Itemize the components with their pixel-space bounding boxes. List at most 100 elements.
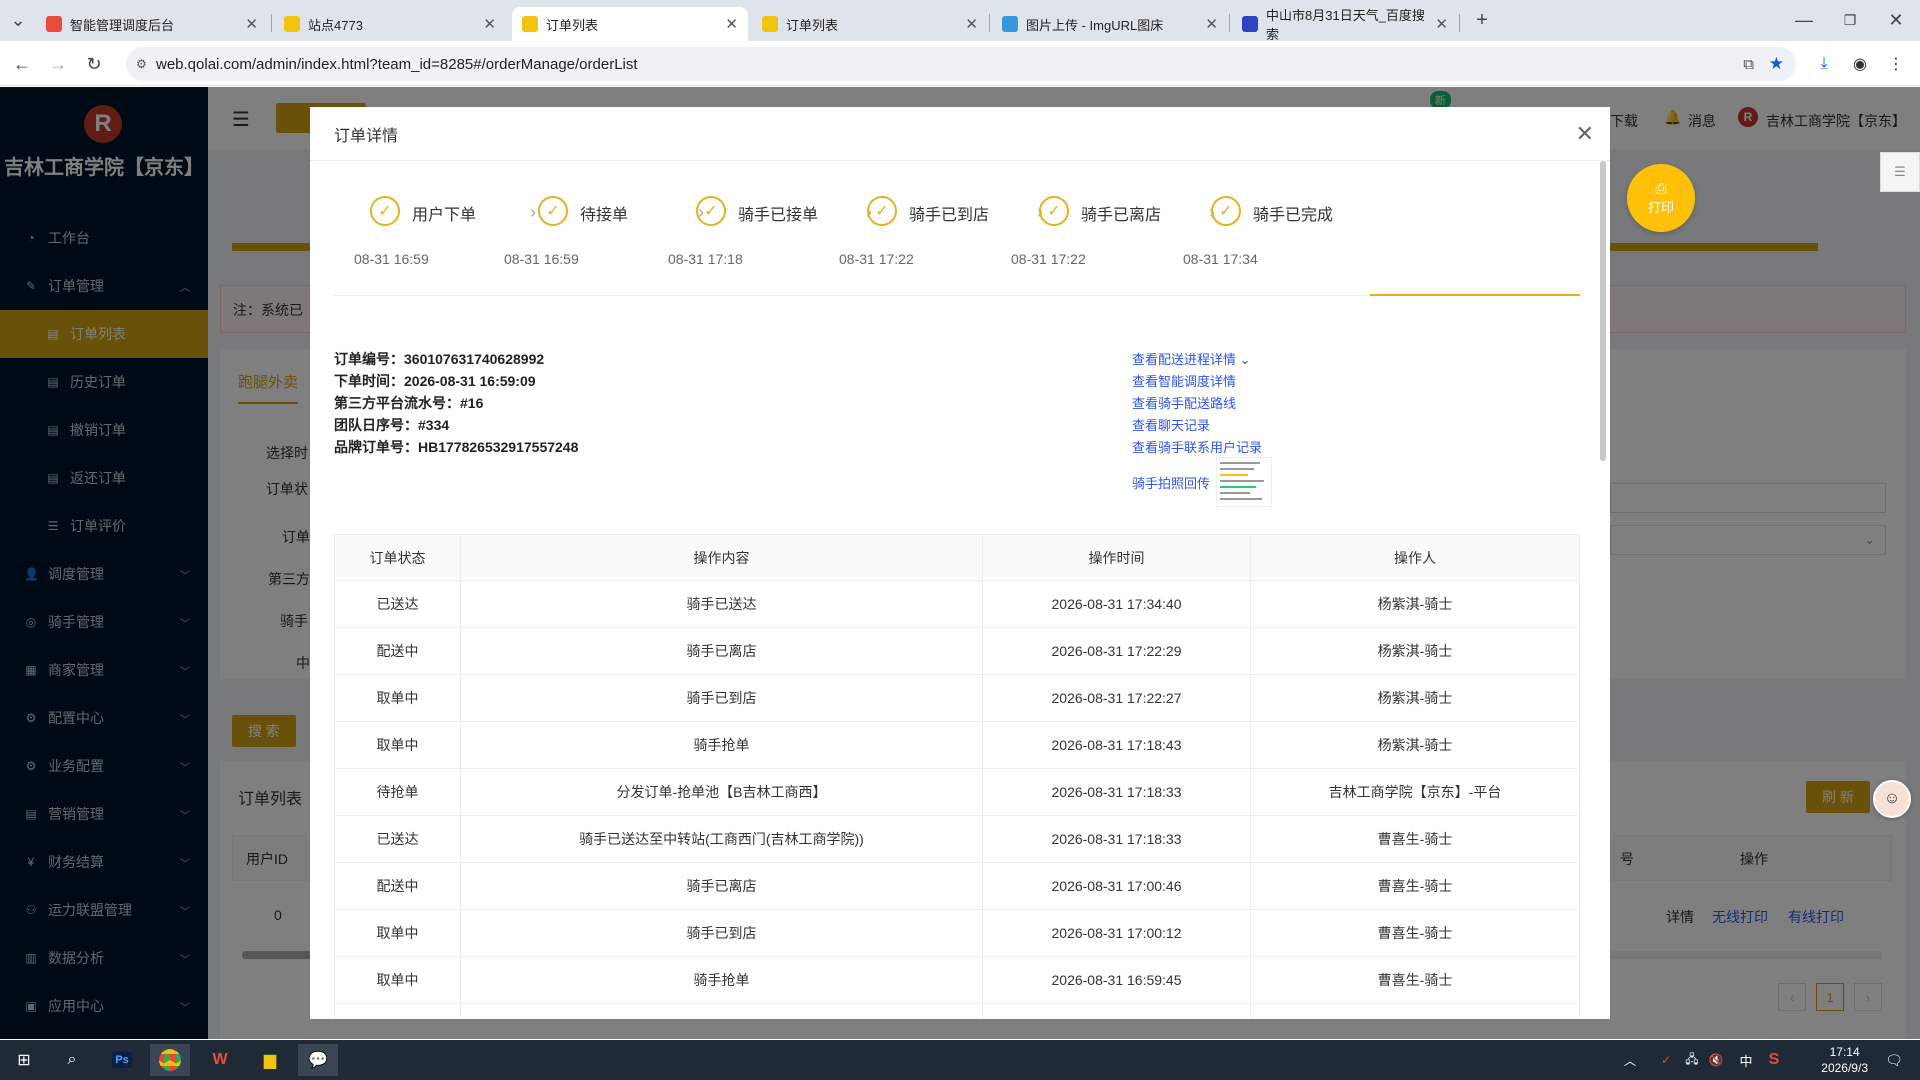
wechat-icon[interactable]: 💬 [298,1044,338,1076]
check-icon: ✓ [1211,196,1241,226]
url-text: web.qolai.com/admin/index.html?team_id=8… [156,55,638,73]
rider-photo-link[interactable]: 骑手拍照回传 [1132,473,1210,492]
tab-close-icon[interactable]: ✕ [1205,15,1218,33]
back-icon[interactable]: ← [10,52,34,76]
step-time: 08-31 17:22 [1011,251,1086,267]
rider-photo-thumbnail[interactable] [1216,457,1272,507]
thumb-line [1220,486,1256,488]
cell-content: 分发订单-抢单池【B吉林工商西】 [460,768,983,816]
rider-route-link[interactable]: 查看骑手配送路线 [1132,393,1236,412]
table-row: 取单中 骑手抢单 2026-08-31 17:18:43 杨紫淇-骑士 [334,721,1580,769]
minimize-icon[interactable]: — [1792,8,1816,32]
bookmark-star-icon[interactable]: ★ [1769,54,1784,74]
search-icon[interactable]: ⌕ [52,1044,92,1076]
tab-divider [271,14,272,32]
modal-scrollbar[interactable] [1600,161,1606,461]
browser-tab-6[interactable]: 中山市8月31日天气_百度搜索 ✕ [1232,7,1458,42]
info-value: 360107631740628992 [404,351,545,367]
file-explorer-icon[interactable]: ▆ [250,1044,290,1076]
system-clock[interactable]: 17:14 2026/9/3 [1821,1044,1868,1076]
menu-kebab-icon[interactable]: ⋮ [1884,52,1908,76]
restore-icon[interactable]: ❐ [1838,8,1862,32]
cell-time: 2026-08-31 17:18:43 [982,721,1251,769]
table-row: 待抢单 分发订单-抢单池【B吉林工商西】 2026-08-31 17:18:33 吉林… [334,768,1580,816]
tab-divider [989,14,990,32]
check-icon: ✓ [370,196,400,226]
download-icon[interactable]: ⤓ [1812,52,1836,76]
volume-icon[interactable]: 🔇 [1704,1044,1728,1076]
tab-favicon-icon [46,16,62,32]
table-row: 取单中 骑手抢单 2026-08-31 16:59:45 曹喜生-骑士 [334,956,1580,1004]
dispatch-detail-link[interactable]: 查看智能调度详情 [1132,371,1236,390]
forward-icon[interactable]: → [46,52,70,76]
browser-tab-2[interactable]: 站点4773 ✕ [274,7,506,41]
new-tab-icon[interactable]: + [1470,8,1494,32]
browser-tab-4[interactable]: 订单列表 ✕ [752,7,988,41]
tab-close-icon[interactable]: ✕ [725,15,738,33]
network-icon[interactable]: 🖧 [1680,1044,1704,1076]
window-close-icon[interactable]: ✕ [1884,8,1908,32]
cell-content: 骑手已离店 [460,627,983,675]
info-label: 第三方平台流水号： [334,395,460,411]
cell-operator: 杨紫淇-骑士 [1250,627,1580,675]
cell-operator: 曹喜生-骑士 [1250,862,1580,910]
cell-operator: 吉林工商学院【京东】-平台 [1250,768,1580,816]
tab-close-icon[interactable]: ✕ [965,15,978,33]
print-button[interactable]: ⎙ 打印 [1627,164,1695,232]
thumb-line [1220,462,1260,464]
chrome-icon[interactable] [150,1044,190,1076]
cell-status: 待抢单 [334,1003,461,1019]
check-icon: ✓ [696,196,726,226]
cell-time: 2026-08-31 17:18:33 [982,768,1251,816]
chevron-right-icon: › [530,202,536,222]
wps-icon[interactable]: W [200,1044,240,1076]
link-text: 查看配送进程详情 [1132,352,1237,367]
info-value: 2026-08-31 16:59:09 [404,373,536,389]
cell-content: 骑手已送达 [460,580,983,628]
progress-step: ✓ 待接单 08-31 16:59 › [504,189,704,267]
info-label: 团队日序号： [334,417,418,433]
step-time: 08-31 17:18 [668,251,743,267]
right-edge-menu-icon[interactable]: ☰ [1880,152,1920,192]
address-bar[interactable]: ⚙ web.qolai.com/admin/index.html?team_id… [126,47,1796,81]
ime-indicator[interactable]: 中 [1732,1044,1760,1076]
profile-icon[interactable]: ◉ [1848,52,1872,76]
table-header-row: 订单状态 操作内容 操作时间 操作人 [334,534,1580,581]
step-time: 08-31 16:59 [354,251,429,267]
rider-contact-record-link[interactable]: 查看骑手联系用户记录 [1132,437,1262,456]
tab-title: 中山市8月31日天气_百度搜索 [1266,8,1425,42]
tab-search-icon[interactable]: ⌄ [6,8,30,32]
cell-time: 2026-08-31 17:34:40 [982,580,1251,628]
step-label: 骑手已完成 [1253,207,1334,224]
table-row: 配送中 骑手已离店 2026-08-31 17:00:46 曹喜生-骑士 [334,862,1580,910]
step-label: 用户下单 [412,207,477,224]
tab-close-icon[interactable]: ✕ [483,15,496,33]
photoshop-icon[interactable]: Ps [102,1044,142,1076]
install-app-icon[interactable]: ⧉ [1743,56,1754,73]
tab-close-icon[interactable]: ✕ [1435,15,1448,33]
progress-step: ✓ 骑手已完成 08-31 17:34 [1183,189,1334,267]
browser-tab-3[interactable]: 订单列表 ✕ [512,7,748,41]
reload-icon[interactable]: ↻ [82,52,106,76]
clock-date: 2026/9/3 [1821,1061,1868,1075]
sogou-icon[interactable]: S [1760,1044,1788,1076]
thumb-line [1220,492,1250,494]
close-icon[interactable]: ✕ [1576,121,1594,147]
th-time: 操作时间 [982,534,1251,581]
chat-record-link[interactable]: 查看聊天记录 [1132,415,1210,434]
browser-tab-1[interactable]: 智能管理调度后台 ✕ [36,7,268,41]
tab-title: 智能管理调度后台 [70,17,175,33]
order-detail-modal: 订单详情 ✕ ✓ 用户下单 08-31 16:59 › ✓ 待接单 08-31 16:59 ›… [310,107,1610,1019]
windows-start-icon[interactable]: ⊞ [4,1044,44,1076]
tab-close-icon[interactable]: ✕ [245,15,258,33]
notification-icon[interactable]: 🗨 [1874,1044,1914,1076]
delivery-progress-link[interactable]: 查看配送进程详情 ⌄ [1132,349,1251,368]
tray-app-icon[interactable]: ✓ [1654,1044,1678,1076]
site-info-icon[interactable]: ⚙ [136,57,147,71]
table-row: 已送达 骑手已送达至中转站(工商西门(吉林工商学院)) 2026-08-31 17:… [334,815,1580,863]
tray-chevron-icon[interactable]: ︿ [1610,1044,1650,1076]
step-time: 08-31 17:34 [1183,251,1258,267]
browser-tab-5[interactable]: 图片上传 - ImgURL图床 ✕ [992,7,1228,41]
assistant-avatar[interactable]: ☺ [1873,780,1911,818]
cell-operator: 杨紫淇-骑士 [1250,674,1580,722]
